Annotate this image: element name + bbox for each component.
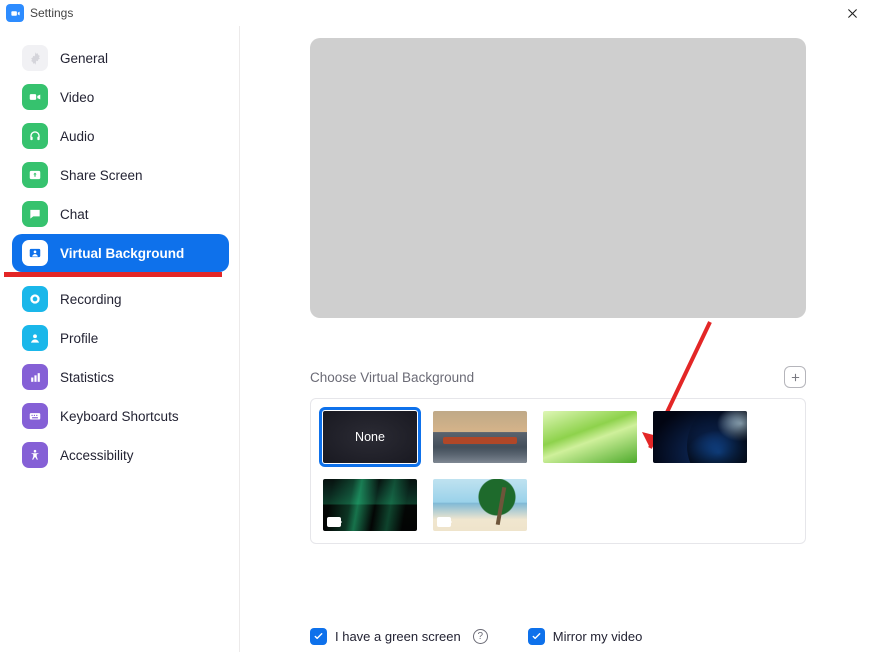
content-pane: Choose Virtual Background None	[240, 26, 873, 652]
sidebar-item-accessibility[interactable]: Accessibility	[12, 436, 229, 474]
mirror-video-checkbox[interactable]: Mirror my video	[528, 628, 643, 645]
sidebar-item-label: Keyboard Shortcuts	[60, 409, 179, 424]
sidebar-item-label: Profile	[60, 331, 98, 346]
annotation-underline	[4, 272, 222, 277]
window-title: Settings	[30, 6, 73, 20]
titlebar: Settings	[0, 0, 873, 26]
sidebar-item-label: Statistics	[60, 370, 114, 385]
profile-icon	[22, 325, 48, 351]
virtual-background-icon	[22, 240, 48, 266]
sidebar-item-keyboard-shortcuts[interactable]: Keyboard Shortcuts	[12, 397, 229, 435]
keyboard-icon	[22, 403, 48, 429]
sidebar-item-label: Chat	[60, 207, 89, 222]
background-option-aurora[interactable]	[323, 479, 417, 531]
app-icon	[6, 4, 24, 22]
sidebar-item-profile[interactable]: Profile	[12, 319, 229, 357]
statistics-icon	[22, 364, 48, 390]
sidebar-item-chat[interactable]: Chat	[12, 195, 229, 233]
background-option-none[interactable]: None	[323, 411, 417, 463]
sidebar-item-general[interactable]: General	[12, 39, 229, 77]
sidebar: General Video Audio Share Screen Chat	[0, 26, 240, 652]
gear-icon	[22, 45, 48, 71]
sidebar-item-virtual-background[interactable]: Virtual Background	[12, 234, 229, 272]
share-screen-icon	[22, 162, 48, 188]
sidebar-item-recording[interactable]: Recording	[12, 280, 229, 318]
sidebar-item-label: Share Screen	[60, 168, 143, 183]
close-icon	[846, 7, 859, 20]
sidebar-item-audio[interactable]: Audio	[12, 117, 229, 155]
sidebar-item-label: Video	[60, 90, 94, 105]
video-preview	[310, 38, 806, 318]
green-screen-checkbox[interactable]: I have a green screen ?	[310, 628, 488, 645]
sidebar-item-label: Accessibility	[60, 448, 134, 463]
checkbox-checked-icon	[528, 628, 545, 645]
none-label: None	[355, 430, 385, 444]
sidebar-item-label: Virtual Background	[60, 246, 184, 261]
recording-icon	[22, 286, 48, 312]
checkbox-label: I have a green screen	[335, 629, 461, 644]
sidebar-item-share-screen[interactable]: Share Screen	[12, 156, 229, 194]
checkbox-label: Mirror my video	[553, 629, 643, 644]
accessibility-icon	[22, 442, 48, 468]
background-option-beach[interactable]	[433, 479, 527, 531]
video-icon	[22, 84, 48, 110]
sidebar-item-label: Audio	[60, 129, 95, 144]
video-badge-icon	[327, 517, 341, 527]
sidebar-item-statistics[interactable]: Statistics	[12, 358, 229, 396]
chat-icon	[22, 201, 48, 227]
background-option-grass[interactable]	[543, 411, 637, 463]
plus-icon	[790, 372, 801, 383]
close-button[interactable]	[839, 2, 865, 24]
sidebar-item-label: General	[60, 51, 108, 66]
help-icon[interactable]: ?	[473, 629, 488, 644]
checkbox-checked-icon	[310, 628, 327, 645]
background-option-earth[interactable]	[653, 411, 747, 463]
video-badge-icon	[437, 517, 451, 527]
sidebar-item-label: Recording	[60, 292, 122, 307]
headphones-icon	[22, 123, 48, 149]
section-title: Choose Virtual Background	[310, 370, 474, 385]
background-option-bridge[interactable]	[433, 411, 527, 463]
background-panel: None	[310, 398, 806, 544]
add-background-button[interactable]	[784, 366, 806, 388]
sidebar-item-video[interactable]: Video	[12, 78, 229, 116]
